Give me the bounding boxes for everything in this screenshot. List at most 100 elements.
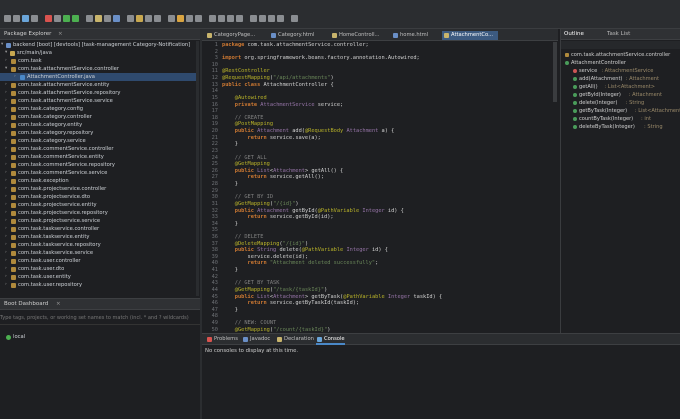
package-row[interactable]: › com.task.projectservice.controller (0, 185, 196, 193)
toolbar-icon[interactable] (31, 15, 38, 22)
outline-item[interactable]: deleteByTask(Integer): String (561, 123, 679, 131)
chevron-down-icon[interactable]: ▾ (5, 49, 7, 57)
chevron-right-icon[interactable]: › (5, 113, 7, 121)
chevron-down-icon[interactable]: ▾ (5, 65, 7, 73)
chevron-right-icon[interactable]: › (5, 225, 7, 233)
package-row[interactable]: › com.task.category.entity (0, 121, 196, 129)
package-row[interactable]: › com.task.category.service (0, 137, 196, 145)
chevron-right-icon[interactable]: › (5, 257, 7, 265)
chevron-right-icon[interactable]: › (5, 265, 7, 273)
package-row[interactable]: › com.task.taskservice.controller (0, 225, 196, 233)
outline-tab[interactable]: Outline (564, 29, 584, 40)
toolbar-icon[interactable] (227, 15, 234, 22)
toolbar-icon[interactable] (86, 15, 93, 22)
chevron-right-icon[interactable]: › (5, 145, 7, 153)
source-folder-row[interactable]: ▾ src/main/java (0, 49, 200, 57)
toolbar-icon[interactable] (277, 15, 284, 22)
outline-item[interactable]: getById(Integer): Attachment (561, 91, 679, 99)
package-row[interactable]: › com.task.category.config (0, 105, 196, 113)
package-row[interactable]: › com.task.commentService.controller (0, 145, 196, 153)
package-row[interactable]: › com.task.taskservice.entity (0, 233, 196, 241)
package-row[interactable]: › com.task (0, 57, 196, 65)
boot-filter-input[interactable]: Type tags, projects, or working set name… (0, 314, 196, 323)
toolbar-icon[interactable] (209, 15, 216, 22)
chevron-right-icon[interactable]: › (5, 89, 7, 97)
toolbar-icon[interactable] (54, 15, 61, 22)
package-row[interactable]: › com.task.taskservice.repository (0, 241, 196, 249)
package-row[interactable]: › com.task.category.controller (0, 113, 196, 121)
toolbar-icon[interactable] (127, 15, 134, 22)
package-row[interactable]: › com.task.user.controller (0, 257, 196, 265)
outline-item[interactable]: service: AttachmentService (561, 67, 679, 75)
outline-item[interactable]: getByTask(Integer): List<Attachment> (561, 107, 680, 115)
chevron-right-icon[interactable]: › (5, 281, 7, 289)
chevron-right-icon[interactable]: › (5, 209, 7, 217)
toolbar-icon[interactable] (45, 15, 52, 22)
chevron-down-icon[interactable]: ▾ (1, 41, 3, 49)
toolbar-icon[interactable] (218, 15, 225, 22)
chevron-right-icon[interactable]: › (5, 273, 7, 281)
toolbar-icon[interactable] (177, 15, 184, 22)
chevron-right-icon[interactable]: › (5, 177, 7, 185)
package-row[interactable]: › com.task.projectservice.entity (0, 201, 196, 209)
toolbar-icon[interactable] (95, 15, 102, 22)
chevron-right-icon[interactable]: › (5, 249, 7, 257)
chevron-right-icon[interactable]: › (5, 217, 7, 225)
chevron-right-icon[interactable]: › (5, 185, 7, 193)
chevron-right-icon[interactable]: › (5, 153, 7, 161)
chevron-right-icon[interactable]: › (5, 81, 7, 89)
outline-item[interactable]: delete(Integer): String (561, 99, 679, 107)
project-row[interactable]: ▾ backend [boot] [devtools] [task-manage… (0, 41, 200, 49)
close-icon[interactable]: × (56, 299, 61, 310)
console-tab[interactable]: Problems (206, 334, 238, 345)
close-icon[interactable]: × (58, 29, 63, 40)
package-row[interactable]: › com.task.commentService.repository (0, 161, 196, 169)
toolbar-icon[interactable] (291, 15, 298, 22)
console-tab[interactable]: Declaration (276, 334, 314, 345)
package-row[interactable]: ▾ com.task.attachmentService.controller (0, 65, 196, 73)
package-row[interactable]: › com.task.projectservice.dto (0, 193, 196, 201)
outline-item[interactable]: com.task.attachmentService.controller (561, 51, 679, 59)
selected-file-row[interactable]: › AttachmentController.java (0, 73, 196, 81)
package-row[interactable]: › com.task.user.repository (0, 281, 196, 289)
toolbar-icon[interactable] (259, 15, 266, 22)
boot-item-local[interactable]: local (0, 333, 200, 341)
toolbar-icon[interactable] (236, 15, 243, 22)
editor-tab[interactable]: home.html (391, 31, 439, 40)
toolbar-icon[interactable] (22, 15, 29, 22)
package-row[interactable]: › com.task.taskservice.service (0, 249, 196, 257)
package-row[interactable]: › com.task.projectservice.service (0, 217, 196, 225)
toolbar-icon[interactable] (168, 15, 175, 22)
toolbar-icon[interactable] (13, 15, 20, 22)
toolbar-icon[interactable] (268, 15, 275, 22)
toolbar-icon[interactable] (195, 15, 202, 22)
chevron-right-icon[interactable]: › (5, 201, 7, 209)
package-row[interactable]: › com.task.user.dto (0, 265, 196, 273)
chevron-right-icon[interactable]: › (5, 57, 7, 65)
editor-tab[interactable]: HomeControll... (330, 31, 388, 40)
chevron-right-icon[interactable]: › (5, 137, 7, 145)
toolbar-icon[interactable] (4, 15, 11, 22)
package-row[interactable]: › com.task.attachmentService.repository (0, 89, 196, 97)
editor-tab[interactable]: AttachmentCo... (442, 31, 498, 40)
scrollbar[interactable] (553, 42, 557, 102)
toolbar-icon[interactable] (104, 15, 111, 22)
code-area[interactable]: 1 package com.task.attachmentService.cont… (202, 42, 558, 333)
editor-tab[interactable]: CategoryPage... (205, 31, 265, 40)
toolbar-icon[interactable] (154, 15, 161, 22)
chevron-right-icon[interactable]: › (5, 121, 7, 129)
outline-item[interactable]: getAll(): List<Attachment> (561, 83, 679, 91)
console-tab[interactable]: Console (316, 334, 345, 345)
outline-tab[interactable]: Task List (607, 29, 630, 40)
chevron-right-icon[interactable]: › (5, 233, 7, 241)
toolbar-icon[interactable] (145, 15, 152, 22)
chevron-right-icon[interactable]: › (5, 105, 7, 113)
outline-item[interactable]: add(Attachment): Attachment (561, 75, 679, 83)
toolbar-icon[interactable] (250, 15, 257, 22)
chevron-right-icon[interactable]: › (5, 193, 7, 201)
package-row[interactable]: › com.task.attachmentService.service (0, 97, 196, 105)
toolbar-icon[interactable] (186, 15, 193, 22)
chevron-right-icon[interactable]: › (14, 73, 16, 81)
toolbar-icon[interactable] (113, 15, 120, 22)
package-row[interactable]: › com.task.attachmentService.entity (0, 81, 196, 89)
